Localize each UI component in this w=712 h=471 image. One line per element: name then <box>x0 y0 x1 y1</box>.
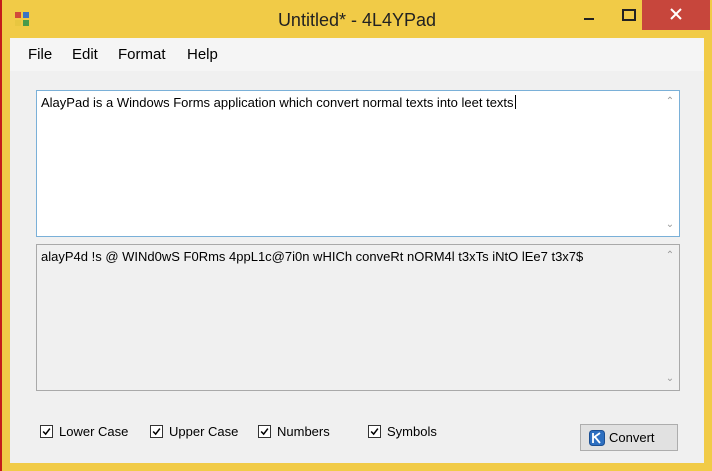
lower-case-label: Lower Case <box>59 424 129 439</box>
text-caret <box>514 95 516 109</box>
numbers-label: Numbers <box>277 424 330 439</box>
close-button[interactable] <box>642 0 710 30</box>
numbers-checkbox[interactable] <box>258 425 271 438</box>
client-area: File Edit Format Help AlayPad is a Windo… <box>10 38 704 463</box>
scroll-down-icon[interactable]: ⌄ <box>664 374 676 384</box>
maximize-button[interactable] <box>611 0 645 30</box>
input-text: AlayPad is a Windows Forms application w… <box>41 95 516 110</box>
symbols-label: Symbols <box>387 424 437 439</box>
minimize-button[interactable] <box>572 0 606 30</box>
maximize-icon <box>622 9 636 21</box>
convert-label: Convert <box>609 430 655 445</box>
output-text: alayP4d !s @ WINd0wS F0Rms 4ppL1c@7i0n w… <box>41 249 584 264</box>
app-window: Untitled* - 4L4YPad File Edit Format Hel… <box>2 0 712 471</box>
symbols-checkbox[interactable] <box>368 425 381 438</box>
convert-icon <box>589 430 605 446</box>
output-textbox[interactable]: alayP4d !s @ WINd0wS F0Rms 4ppL1c@7i0n w… <box>36 244 680 391</box>
convert-button[interactable]: Convert <box>580 424 678 451</box>
close-icon <box>670 8 682 20</box>
input-textbox[interactable]: AlayPad is a Windows Forms application w… <box>36 90 680 237</box>
menu-format[interactable]: Format <box>118 46 166 63</box>
scroll-up-icon[interactable]: ⌃ <box>664 251 676 261</box>
minimize-icon <box>584 18 594 20</box>
scroll-up-icon[interactable]: ⌃ <box>664 97 676 107</box>
upper-case-label: Upper Case <box>169 424 239 439</box>
upper-case-checkbox[interactable] <box>150 425 163 438</box>
menu-file[interactable]: File <box>28 46 52 63</box>
menu-edit[interactable]: Edit <box>72 46 98 63</box>
menu-help[interactable]: Help <box>187 46 218 63</box>
scroll-down-icon[interactable]: ⌄ <box>664 220 676 230</box>
menu-bar: File Edit Format Help <box>10 38 704 71</box>
title-bar[interactable]: Untitled* - 4L4YPad <box>2 0 712 38</box>
lower-case-checkbox[interactable] <box>40 425 53 438</box>
